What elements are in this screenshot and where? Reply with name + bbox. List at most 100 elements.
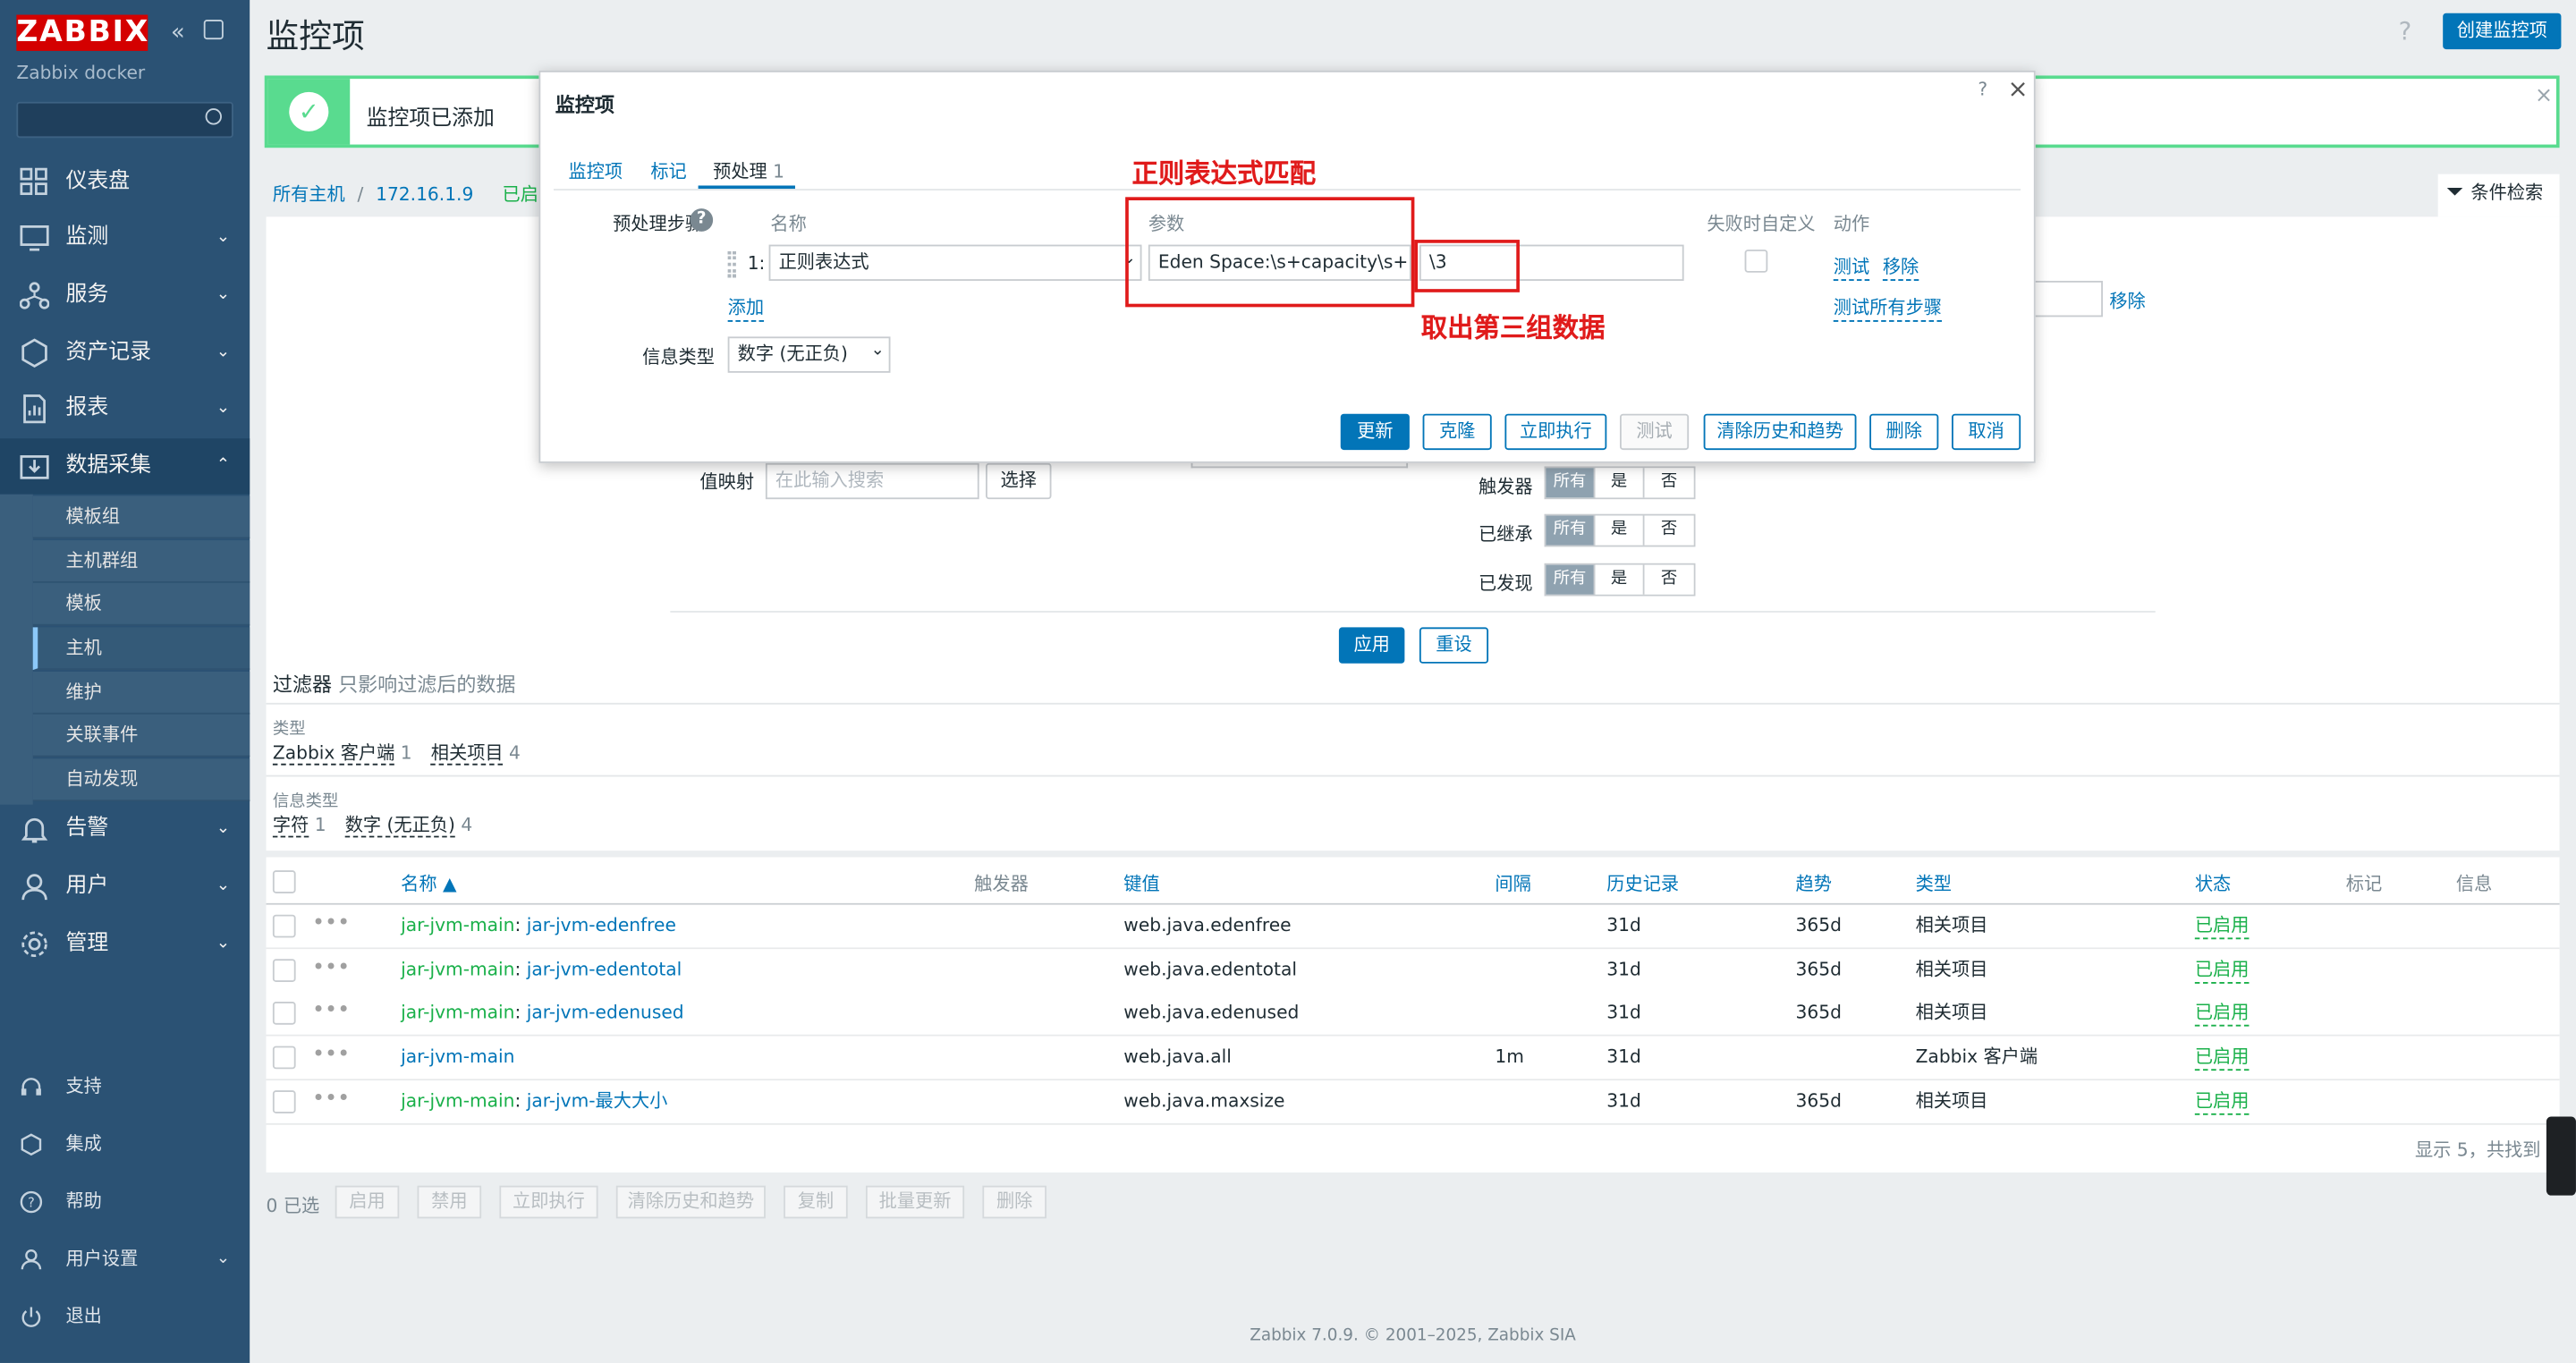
sidebar-subitem-template-groups[interactable]: 模板组 [32,495,250,539]
option-yes[interactable]: 是 [1595,468,1645,498]
filter-tab[interactable]: ⏷ 条件检索 [2437,174,2560,217]
sidebar-item-integrations[interactable]: 集成 [0,1117,250,1173]
col-interval[interactable]: 间隔 [1495,870,1530,896]
item-status-link[interactable]: 已启用 [2194,1090,2250,1115]
sidebar-search-input[interactable] [16,101,233,139]
clear-history-button[interactable]: 清除历史和趋势 [615,1185,766,1219]
item-name-link[interactable]: jar-jvm-main [401,1046,514,1068]
sidebar-item-alerts[interactable]: 告警 ⌄ [0,801,250,857]
sidebar-item-support[interactable]: 支持 [0,1059,250,1114]
dialog-close-icon[interactable]: × [2007,74,2028,104]
tab-preprocessing[interactable]: 预处理 1 [713,157,784,183]
create-item-button[interactable]: 创建监控项 [2443,13,2562,50]
row-checkbox[interactable] [272,1046,296,1070]
test-all-steps-link[interactable]: 测试所有步骤 [1833,294,1942,322]
sidebar-subitem-hosts[interactable]: 主机 [32,627,250,671]
item-host-link[interactable]: jar-jvm-main [401,1090,514,1112]
sidebar-item-administration[interactable]: 管理 ⌄ [0,917,250,972]
sidebar-item-reports[interactable]: 报表 ⌄ [0,381,250,436]
sidebar-item-users[interactable]: 用户 ⌄ [0,859,250,914]
item-status-link[interactable]: 已启用 [2194,959,2250,984]
option-no[interactable]: 否 [1644,564,1694,595]
clear-history-trends-button[interactable]: 清除历史和趋势 [1703,413,1857,451]
row-checkbox[interactable] [272,959,296,982]
option-yes[interactable]: 是 [1595,564,1645,595]
col-history[interactable]: 历史记录 [1606,870,1679,896]
sidebar-item-monitoring[interactable]: 监测 ⌄ [0,210,250,266]
more-options-icon[interactable]: ••• [312,949,350,988]
sidebar-subitem-templates[interactable]: 模板 [32,582,250,626]
discovered-toggle[interactable]: 所有是否 [1544,563,1696,597]
select-all-checkbox[interactable] [272,870,296,893]
step-test-link[interactable]: 测试 [1833,253,1870,281]
delete-item-button[interactable]: 删除 [1869,413,1939,451]
subfilter-type-dependent[interactable]: 相关项目 [430,741,504,766]
disable-button[interactable]: 禁用 [417,1185,482,1219]
valuemap-select-button[interactable]: 选择 [986,462,1052,500]
filter-remove-link[interactable]: 移除 [2109,287,2145,313]
kiosk-mode-icon[interactable] [203,20,224,40]
more-options-icon[interactable]: ••• [312,1080,350,1120]
item-host-link[interactable]: jar-jvm-main [401,915,514,936]
execute-now-button[interactable]: 立即执行 [499,1185,598,1219]
help-icon[interactable]: ? [2399,16,2412,46]
test-button[interactable]: 测试 [1619,413,1690,451]
col-type[interactable]: 类型 [1916,870,1952,896]
delete-button[interactable]: 删除 [982,1185,1046,1219]
option-all[interactable]: 所有 [1546,468,1596,498]
tab-tags[interactable]: 标记 [650,157,686,183]
sidebar-item-user-settings[interactable]: 用户设置 ⌄ [0,1232,250,1287]
sidebar-subitem-host-groups[interactable]: 主机群组 [32,540,250,583]
dialog-help-icon[interactable]: ? [1978,79,1987,100]
item-status-link[interactable]: 已启用 [2194,1046,2250,1071]
side-widget[interactable] [2546,1116,2576,1196]
item-name-link[interactable]: jar-jvm-edenfree [527,915,676,936]
sidebar-item-inventory[interactable]: 资产记录 ⌄ [0,326,250,381]
option-no[interactable]: 否 [1644,515,1694,546]
valuemap-input[interactable]: 在此输入搜索 [765,462,979,500]
breadcrumb-host[interactable]: 172.16.1.9 [376,184,473,206]
enable-button[interactable]: 启用 [335,1185,400,1219]
sidebar-subitem-maintenance[interactable]: 维护 [32,671,250,715]
search-icon[interactable] [205,108,222,125]
collapse-sidebar-icon[interactable]: « [171,20,185,46]
more-options-icon[interactable]: ••• [312,992,350,1031]
breadcrumb-all-hosts[interactable]: 所有主机 [273,184,345,206]
cancel-button[interactable]: 取消 [1951,413,2021,451]
more-options-icon[interactable]: ••• [312,905,350,944]
item-host-link[interactable]: jar-jvm-main [401,959,514,980]
info-type-select[interactable]: 数字 (无正负) [727,336,891,373]
add-step-link[interactable]: 添加 [727,294,765,322]
copy-button[interactable]: 复制 [784,1185,848,1219]
sidebar-item-data-collection[interactable]: 数据采集 ⌃ [0,438,250,495]
mass-update-button[interactable]: 批量更新 [865,1185,965,1219]
col-status[interactable]: 状态 [2195,870,2231,896]
reset-button[interactable]: 重设 [1419,627,1489,664]
option-all[interactable]: 所有 [1546,564,1596,595]
step-remove-link[interactable]: 移除 [1882,253,1919,281]
question-icon[interactable]: ? [690,208,714,232]
item-host-link[interactable]: jar-jvm-main [401,1002,514,1023]
row-checkbox[interactable] [272,914,296,938]
execute-now-button[interactable]: 立即执行 [1504,413,1607,451]
col-trends[interactable]: 趋势 [1796,870,1832,896]
item-status-link[interactable]: 已启用 [2194,915,2250,940]
update-button[interactable]: 更新 [1340,413,1410,451]
subfilter-info-numeric[interactable]: 数字 (无正负) [344,814,455,838]
subfilter-type-agent[interactable]: Zabbix 客户端 [272,741,395,766]
tab-item[interactable]: 监控项 [568,157,623,183]
row-checkbox[interactable] [272,1090,296,1113]
zabbix-logo[interactable]: ZABBIX [16,14,148,51]
item-name-link[interactable]: jar-jvm-edenused [527,1002,684,1023]
col-name[interactable]: 名称 ▲ [401,870,456,896]
sidebar-item-help[interactable]: ? 帮助 [0,1174,250,1230]
triggers-toggle[interactable]: 所有是否 [1544,466,1696,500]
close-icon[interactable]: × [2535,84,2553,109]
filter-tag-value-input[interactable] [2030,280,2103,317]
sidebar-item-services[interactable]: 服务 ⌄ [0,267,250,323]
row-checkbox[interactable] [272,1002,296,1025]
subfilter-info-char[interactable]: 字符 [272,814,309,838]
option-no[interactable]: 否 [1644,468,1694,498]
apply-button[interactable]: 应用 [1338,627,1405,664]
drag-handle-icon[interactable] [727,250,736,278]
